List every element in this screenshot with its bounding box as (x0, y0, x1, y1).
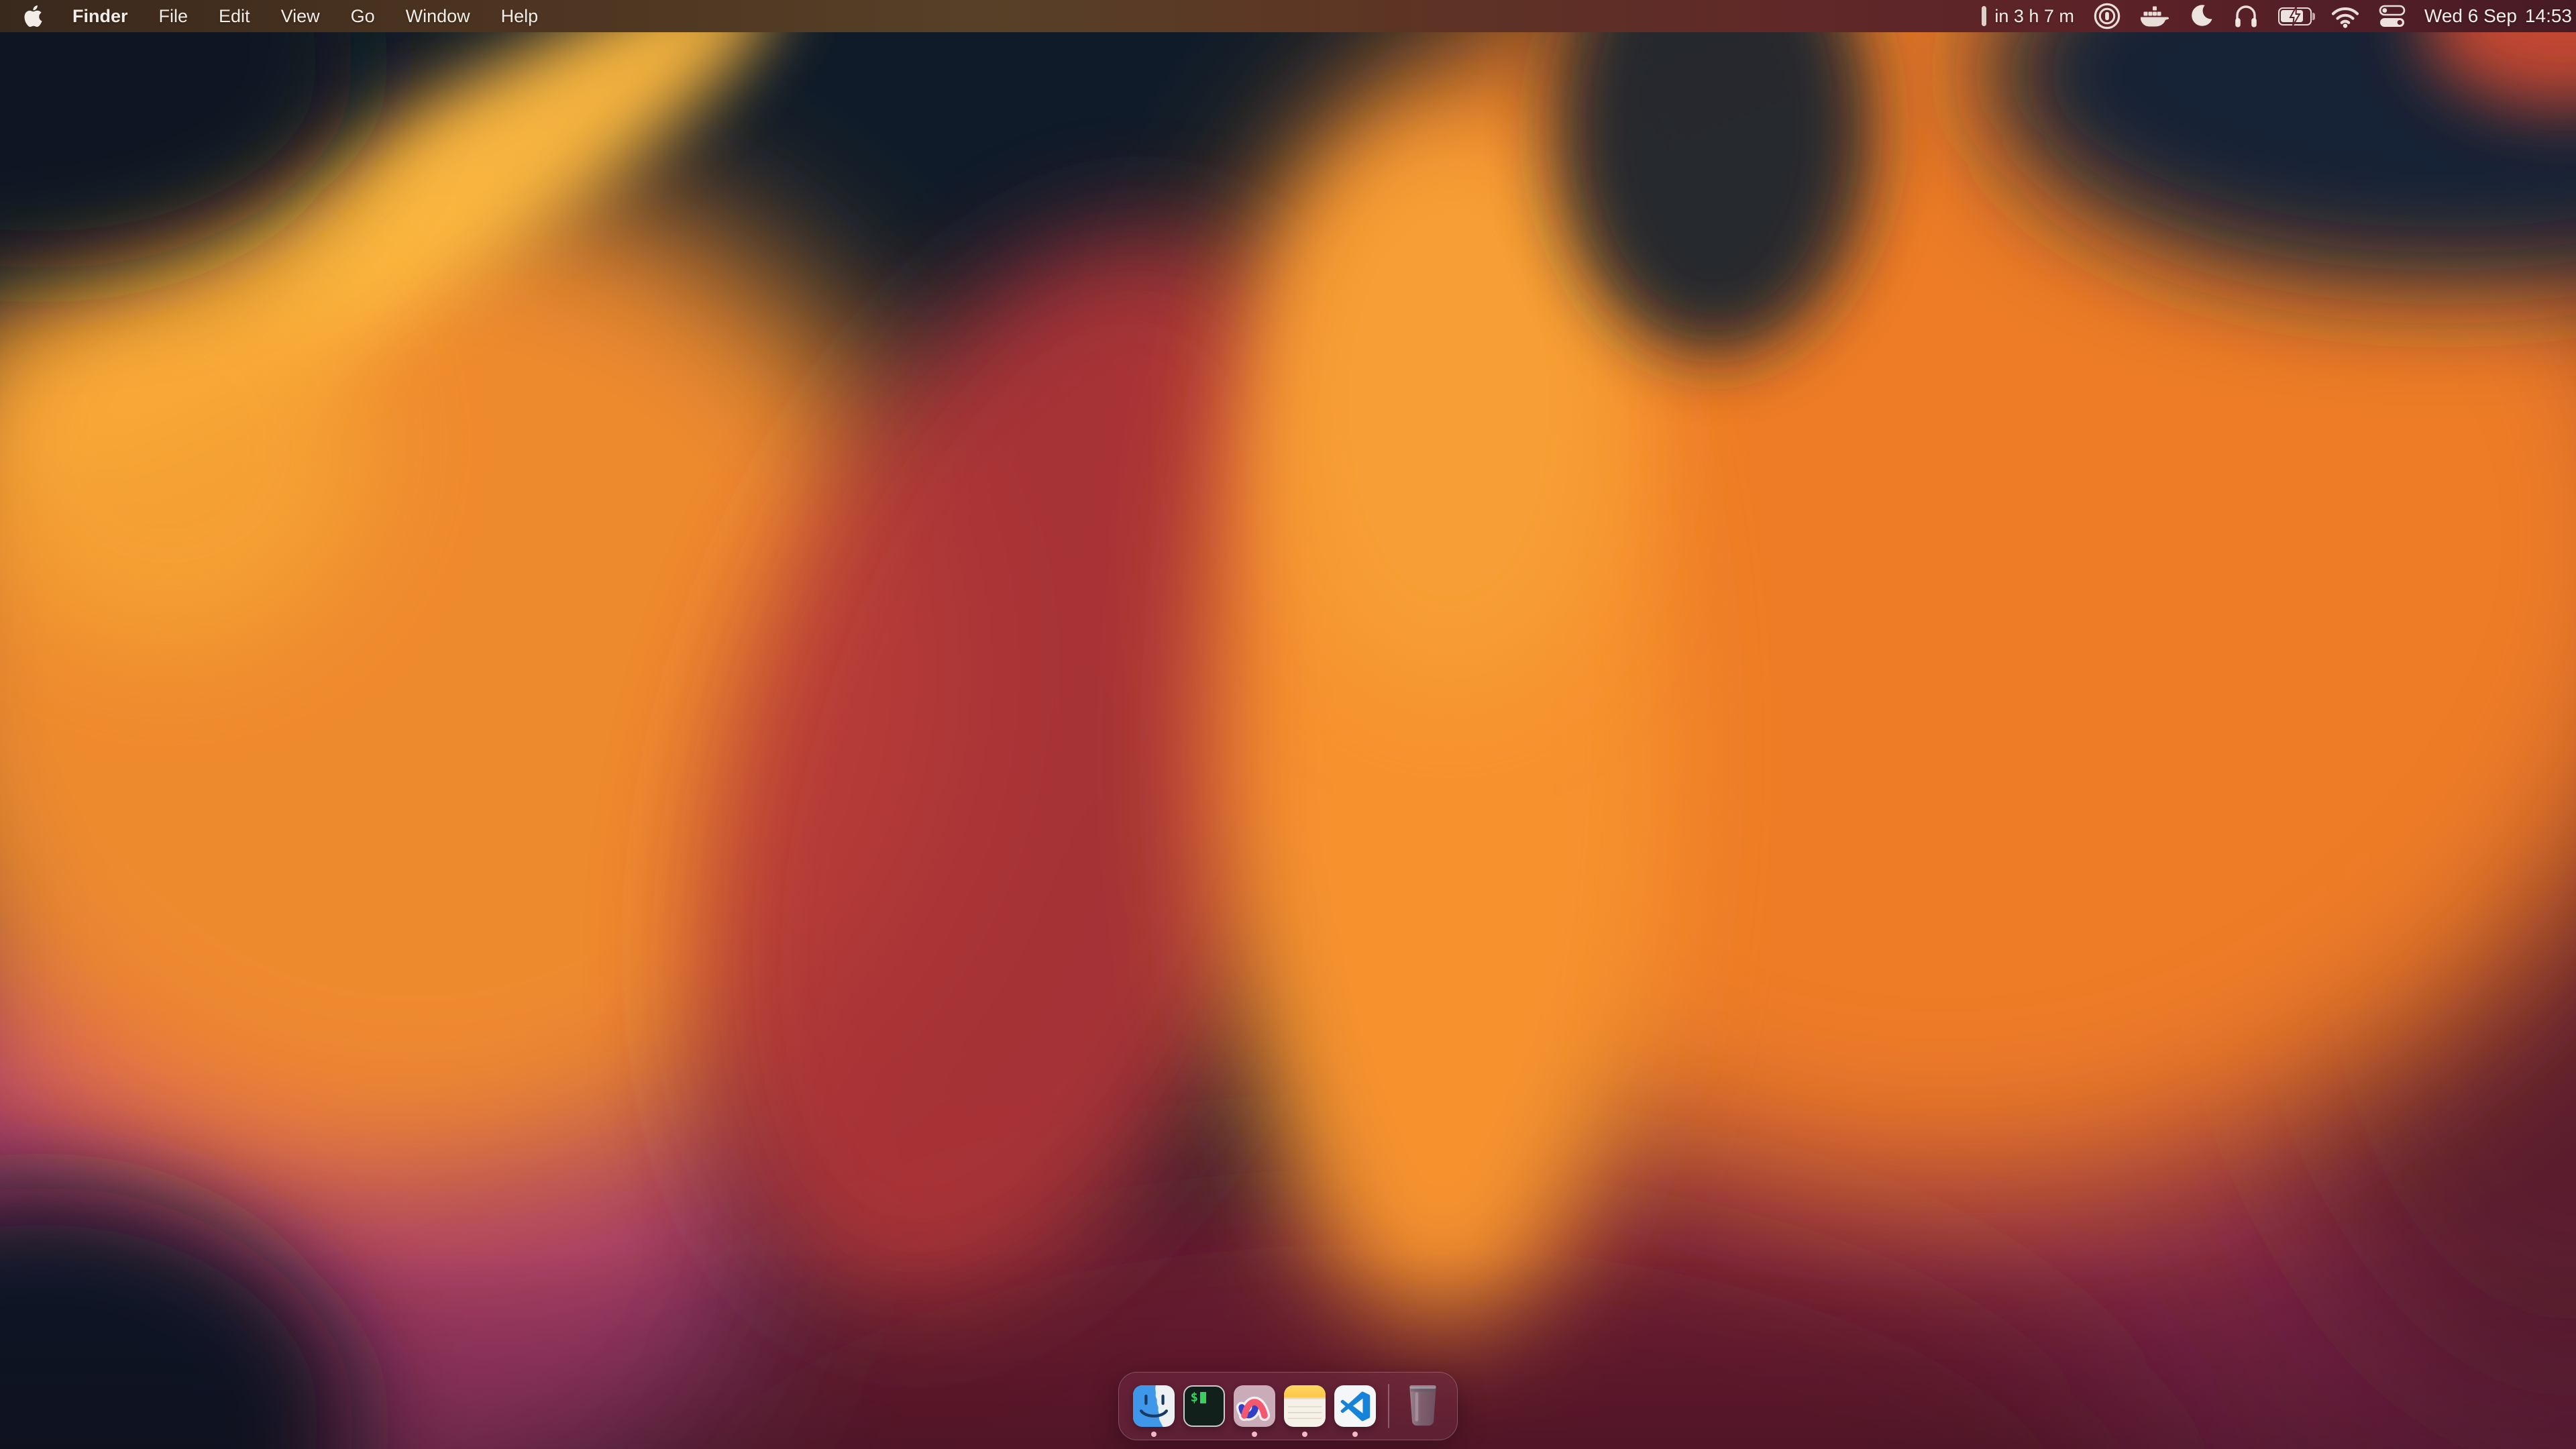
running-indicator (1151, 1432, 1157, 1437)
menu-bar: Finder File Edit View Go Window Help in … (0, 0, 2576, 32)
running-indicator (1352, 1432, 1358, 1437)
dock-item-trash[interactable] (1402, 1373, 1444, 1440)
dock-item-arc[interactable] (1234, 1373, 1275, 1440)
menu-file[interactable]: File (144, 0, 204, 32)
apple-icon (24, 5, 42, 27)
status-docker[interactable] (2131, 0, 2179, 32)
status-headphones[interactable] (2223, 0, 2269, 32)
status-1password[interactable] (2084, 0, 2131, 32)
dock-item-finder[interactable] (1133, 1373, 1175, 1440)
wallpaper-ventura (0, 0, 2576, 1449)
dock-item-vscode[interactable] (1334, 1373, 1376, 1440)
headphones-icon (2233, 3, 2259, 30)
apple-menu[interactable] (0, 0, 57, 32)
running-indicator (1302, 1432, 1307, 1437)
menu-bar-left: Finder File Edit View Go Window Help (0, 0, 553, 32)
menu-go[interactable]: Go (335, 0, 390, 32)
vscode-icon (1334, 1385, 1376, 1427)
status-battery[interactable] (2269, 0, 2321, 32)
dock-item-terminal[interactable]: $ (1183, 1373, 1225, 1440)
status-timer[interactable]: in 3 h 7 m (1972, 0, 2084, 32)
status-wifi[interactable] (2321, 0, 2369, 32)
focus-moon-icon (2188, 3, 2214, 29)
desktop[interactable]: Finder File Edit View Go Window Help in … (0, 0, 2576, 1449)
dock-separator (1388, 1384, 1389, 1428)
menu-bar-time: 14:53 (2525, 5, 2572, 27)
app-menu-finder[interactable]: Finder (57, 0, 144, 32)
running-indicator (1252, 1432, 1257, 1437)
docker-icon (2140, 5, 2169, 28)
charging-bolt-icon (2288, 6, 2302, 26)
battery-charging-icon (2278, 7, 2312, 25)
trash-icon (1403, 1382, 1442, 1428)
menu-window[interactable]: Window (390, 0, 486, 32)
notes-icon (1284, 1385, 1326, 1427)
menu-help[interactable]: Help (486, 0, 554, 32)
dock-item-notes[interactable] (1284, 1373, 1326, 1440)
timer-text: in 3 h 7 m (1994, 6, 2074, 27)
dock: $ (1118, 1372, 1458, 1440)
countdown-bar-icon (1982, 6, 1986, 26)
menu-bar-date: Wed 6 Sep (2424, 5, 2517, 27)
finder-icon (1133, 1385, 1175, 1427)
wifi-icon (2330, 5, 2360, 28)
status-clock[interactable]: Wed 6 Sep 14:53 (2415, 0, 2576, 32)
dock-area: $ (0, 1372, 2576, 1440)
menu-edit[interactable]: Edit (203, 0, 266, 32)
1password-icon (2093, 2, 2121, 30)
status-control-center[interactable] (2369, 0, 2415, 32)
control-center-icon (2379, 5, 2406, 28)
terminal-icon: $ (1183, 1385, 1225, 1427)
status-focus[interactable] (2179, 0, 2223, 32)
terminal-cursor (1200, 1392, 1206, 1403)
menu-view[interactable]: View (266, 0, 335, 32)
terminal-prompt: $ (1191, 1391, 1198, 1404)
menu-bar-status-area: in 3 h 7 m (1972, 0, 2576, 32)
arc-browser-icon (1234, 1385, 1275, 1427)
